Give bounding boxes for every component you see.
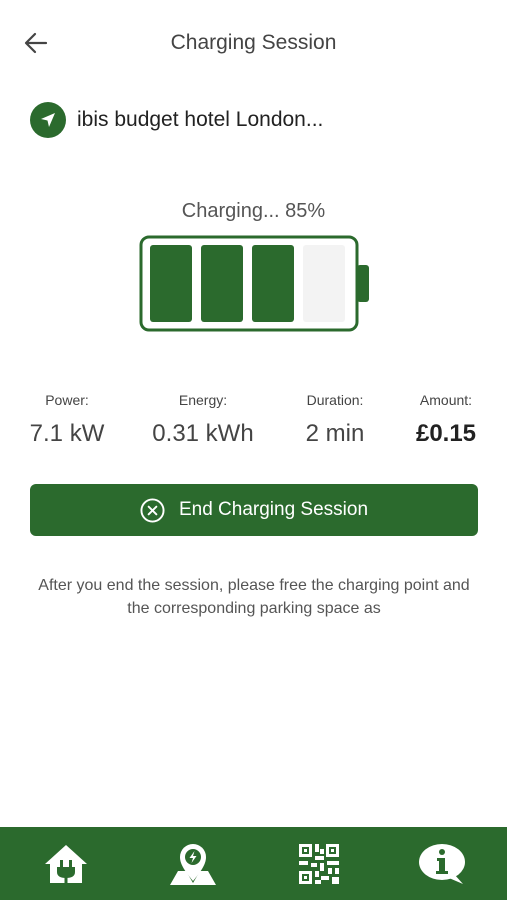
map-charge-icon xyxy=(170,844,216,885)
battery-cell-filled xyxy=(201,245,243,322)
stat-power-label: Power: xyxy=(45,392,89,408)
stat-energy-value: 0.31 kWh xyxy=(152,420,254,447)
stat-amount-value: £0.15 xyxy=(415,420,477,447)
end-session-note: After you end the session, please free t… xyxy=(38,577,470,617)
stat-duration-value: 2 min xyxy=(305,420,365,447)
battery-cell-filled xyxy=(150,245,192,322)
end-charging-session-button[interactable]: End Charging Session xyxy=(30,484,478,536)
nav-info[interactable] xyxy=(414,839,470,889)
nav-map[interactable] xyxy=(165,839,221,889)
info-chat-icon xyxy=(419,844,465,884)
stats-row: Power: 7.1 kW Energy: 0.31 kWh Duration:… xyxy=(0,392,507,452)
stat-amount: Amount: £0.15 xyxy=(386,392,506,448)
page-title: Charging Session xyxy=(170,31,337,54)
stat-energy: Energy: 0.31 kWh xyxy=(143,392,263,448)
stat-energy-label: Energy: xyxy=(178,392,228,408)
stat-duration-label: Duration: xyxy=(306,392,364,408)
station-name: ibis budget hotel London... xyxy=(77,108,324,131)
header: Charging Session xyxy=(0,0,507,88)
battery-cell-empty xyxy=(303,245,345,322)
home-plug-icon xyxy=(45,845,87,883)
stat-power: Power: 7.1 kW xyxy=(7,392,127,448)
bottom-nav xyxy=(0,827,507,900)
stat-duration: Duration: 2 min xyxy=(275,392,395,448)
battery-indicator xyxy=(139,235,369,332)
location-arrow-icon xyxy=(30,102,66,138)
station-row: ibis budget hotel London... xyxy=(30,102,323,138)
charging-status: Charging... 85% xyxy=(181,200,326,222)
close-circle-icon xyxy=(140,497,165,523)
qr-code-icon xyxy=(299,844,339,884)
stat-amount-label: Amount: xyxy=(419,392,473,408)
battery-cell-filled xyxy=(252,245,294,322)
stat-power-value: 7.1 kW xyxy=(29,420,105,447)
end-button-label: End Charging Session xyxy=(178,499,369,520)
nav-home[interactable] xyxy=(38,839,94,889)
nav-qr-scan[interactable] xyxy=(291,839,347,889)
